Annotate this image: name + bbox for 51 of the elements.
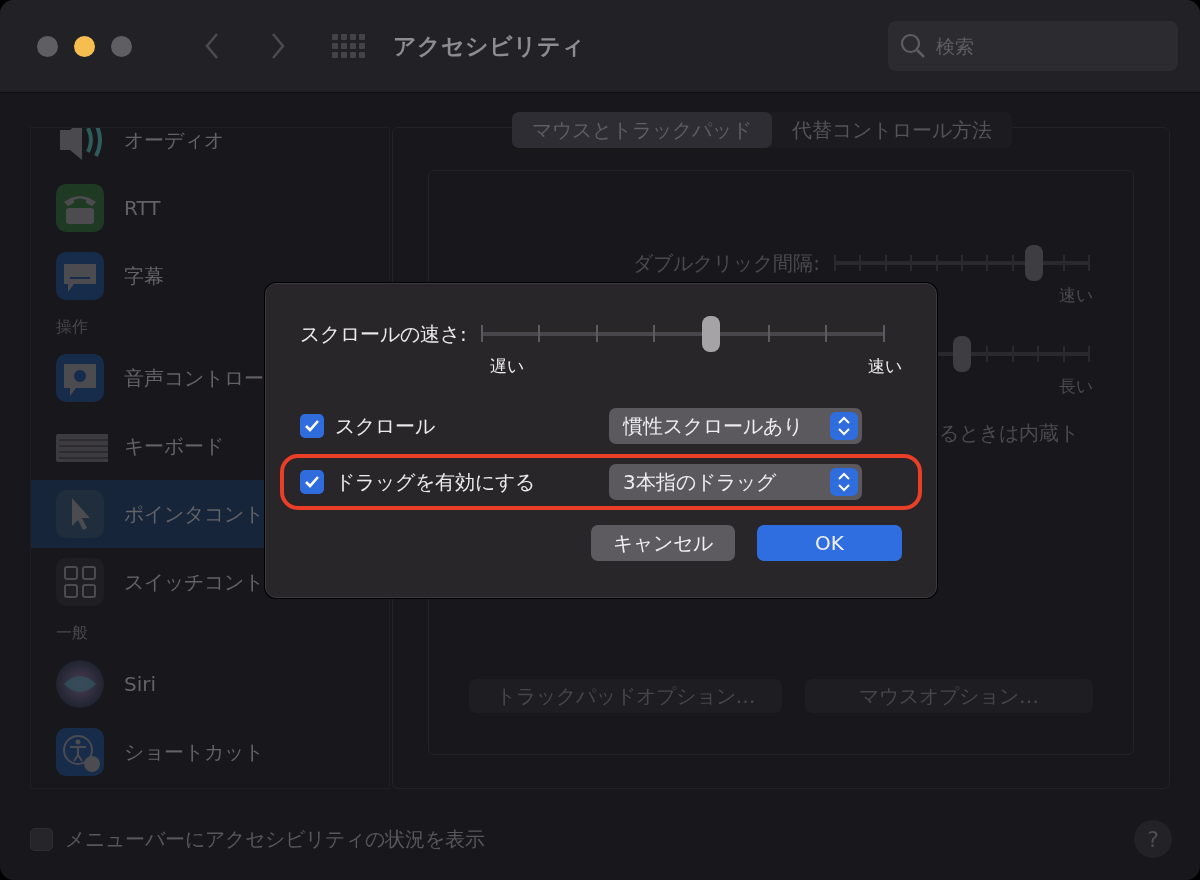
back-icon[interactable]: [204, 32, 220, 60]
sidebar-item[interactable]: 字幕: [31, 242, 389, 310]
checkbox[interactable]: [300, 413, 324, 438]
orb-icon: [56, 660, 104, 708]
checkmark-icon: [304, 418, 320, 433]
checkbox-label: スクロール: [335, 412, 435, 440]
grid-icon: [56, 558, 104, 606]
item-label: 音声コントロー: [124, 365, 264, 392]
checkmark-icon: [304, 474, 320, 489]
slider-thumb[interactable]: [702, 316, 720, 352]
item-label: 字幕: [124, 263, 164, 290]
item-label: スイッチコント: [124, 569, 264, 596]
item-label: Siri: [124, 671, 157, 698]
stepper-icon: [830, 467, 858, 496]
slider-max-label: 速い: [868, 355, 902, 378]
item-label: キーボード: [124, 433, 224, 460]
checkbox-label: メニューバーにアクセシビリティの状況を表示: [65, 826, 485, 853]
sidebar-item[interactable]: RTT: [31, 174, 389, 242]
pointer-icon: [56, 490, 104, 538]
checkbox[interactable]: [300, 469, 324, 494]
help-button[interactable]: ?: [1134, 820, 1172, 858]
item-label: オーディオ: [124, 128, 224, 154]
accessibility-icon: [56, 728, 104, 776]
popup-button[interactable]: 3本指のドラッグ: [609, 463, 862, 500]
ok-button[interactable]: OK: [757, 524, 902, 561]
telephone-icon: [56, 184, 104, 232]
grid-icon[interactable]: [332, 34, 366, 58]
cancel-button[interactable]: キャンセル: [591, 524, 735, 561]
forward-icon[interactable]: [270, 32, 286, 60]
tab[interactable]: 代替コントロール方法: [772, 112, 1012, 148]
stepper-icon: [830, 411, 858, 440]
slider[interactable]: [834, 245, 1090, 281]
speech-bubble-icon: [56, 354, 104, 402]
slider-thumb[interactable]: [1024, 245, 1043, 281]
close-button[interactable]: [37, 35, 58, 57]
item-label: RTT: [124, 195, 161, 222]
item-label: ポインタコント: [124, 501, 264, 528]
sidebar-item[interactable]: Siri: [31, 650, 389, 718]
zoom-button[interactable]: [111, 35, 132, 57]
sidebar-item[interactable]: スイッチコント: [31, 548, 389, 616]
scroll-speed-slider[interactable]: [480, 316, 885, 352]
window-title: アクセシビリティ: [393, 31, 585, 61]
sidebar-item[interactable]: オーディオ: [31, 128, 389, 174]
search-icon: [900, 33, 926, 59]
minimize-button[interactable]: [74, 35, 95, 57]
item-label: ショートカット: [124, 739, 264, 766]
slider-thumb[interactable]: [953, 335, 971, 372]
speech-bubble-icon: [56, 252, 104, 300]
popup-button[interactable]: 慣性スクロールあり: [609, 407, 862, 444]
sidebar-item[interactable]: ショートカット: [31, 718, 389, 786]
slider-min-label: 遅い: [490, 355, 524, 378]
